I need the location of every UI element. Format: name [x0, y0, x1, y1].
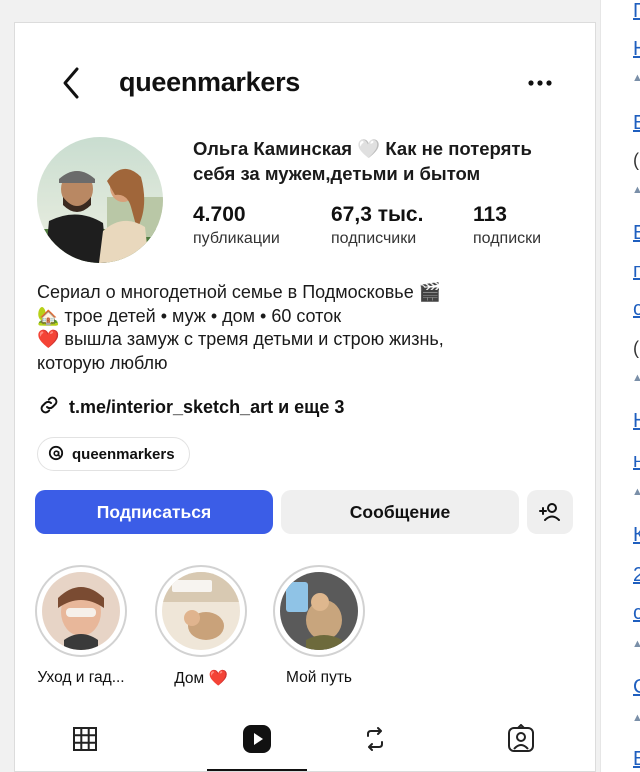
reels-icon[interactable]: [237, 719, 277, 759]
threads-badge[interactable]: queenmarkers: [37, 437, 190, 471]
stat-posts-label: публикации: [193, 230, 280, 247]
highlight-cover[interactable]: [155, 565, 247, 657]
follow-button[interactable]: Подписаться: [35, 490, 273, 534]
stat-following-label: подписки: [473, 230, 542, 247]
bio-line-4: которую люблю: [37, 352, 168, 373]
link-icon: [37, 393, 61, 422]
highlight-item[interactable]: Дом ❤️: [153, 565, 249, 688]
active-tab-indicator: [207, 769, 307, 771]
repost-icon[interactable]: [355, 719, 395, 759]
highlight-caption: Мой путь: [286, 669, 352, 686]
stat-followers-value: 67,3 тыс.: [331, 203, 424, 226]
bio-line-2: 🏡 трое детей • муж • дом • 60 соток: [37, 305, 342, 326]
chevron-left-icon[interactable]: [57, 65, 87, 101]
add-person-icon[interactable]: [527, 490, 573, 534]
profile-username: queenmarkers: [119, 67, 300, 97]
threads-label: queenmarkers: [72, 445, 175, 463]
more-horizontal-icon[interactable]: [525, 65, 555, 102]
adjacent-page-strip: П Н ▲ Е ( ▲ Е п с ( ▲ Н н ▲ К 2 с ▲ С ▲ …: [600, 0, 640, 772]
highlight-cover[interactable]: [273, 565, 365, 657]
avatar[interactable]: [37, 137, 163, 263]
instagram-profile-card: queenmarkers Ольга Каминская 🤍 Как не по…: [14, 22, 596, 772]
stat-posts-value: 4.700: [193, 203, 246, 226]
stat-followers-label: подписчики: [331, 230, 417, 247]
highlight-item[interactable]: Уход и гад...: [33, 565, 129, 687]
stat-posts[interactable]: 4.700 публикации: [193, 203, 280, 248]
name-line-1: Ольга Каминская 🤍 Как не потерять: [193, 138, 532, 159]
highlight-item[interactable]: Мой путь: [271, 565, 367, 687]
bio-line-1: Сериал о многодетной семье в Подмосковье…: [37, 282, 442, 302]
link-text: t.me/interior_sketch_art и еще 3: [69, 397, 345, 417]
tagged-icon[interactable]: [501, 719, 541, 759]
stat-following-value: 113: [473, 203, 507, 226]
grid-icon[interactable]: [65, 719, 105, 759]
message-button[interactable]: Сообщение: [281, 490, 519, 534]
stat-followers[interactable]: 67,3 тыс. подписчики: [331, 203, 423, 248]
profile-display-name: Ольга Каминская 🤍 Как не потерять себя з…: [193, 136, 583, 186]
name-line-2: себя за мужем,детьми и бытом: [193, 163, 481, 184]
top-bar: queenmarkers: [15, 63, 595, 103]
page: П Н ▲ Е ( ▲ Е п с ( ▲ Н н ▲ К 2 с ▲ С ▲ …: [0, 0, 640, 772]
highlight-cover[interactable]: [35, 565, 127, 657]
profile-link[interactable]: t.me/interior_sketch_art и еще 3: [37, 393, 344, 422]
highlight-caption: Уход и гад...: [37, 669, 125, 686]
bio-line-3: ❤️ вышла замуж с тремя детьми и строю жи…: [37, 329, 444, 349]
highlight-caption: Дом ❤️: [174, 670, 228, 687]
threads-icon: [48, 445, 64, 464]
profile-tab-bar: [15, 713, 595, 771]
profile-bio: Сериал о многодетной семье в Подмосковье…: [37, 281, 577, 375]
stat-following[interactable]: 113 подписки: [473, 203, 541, 248]
